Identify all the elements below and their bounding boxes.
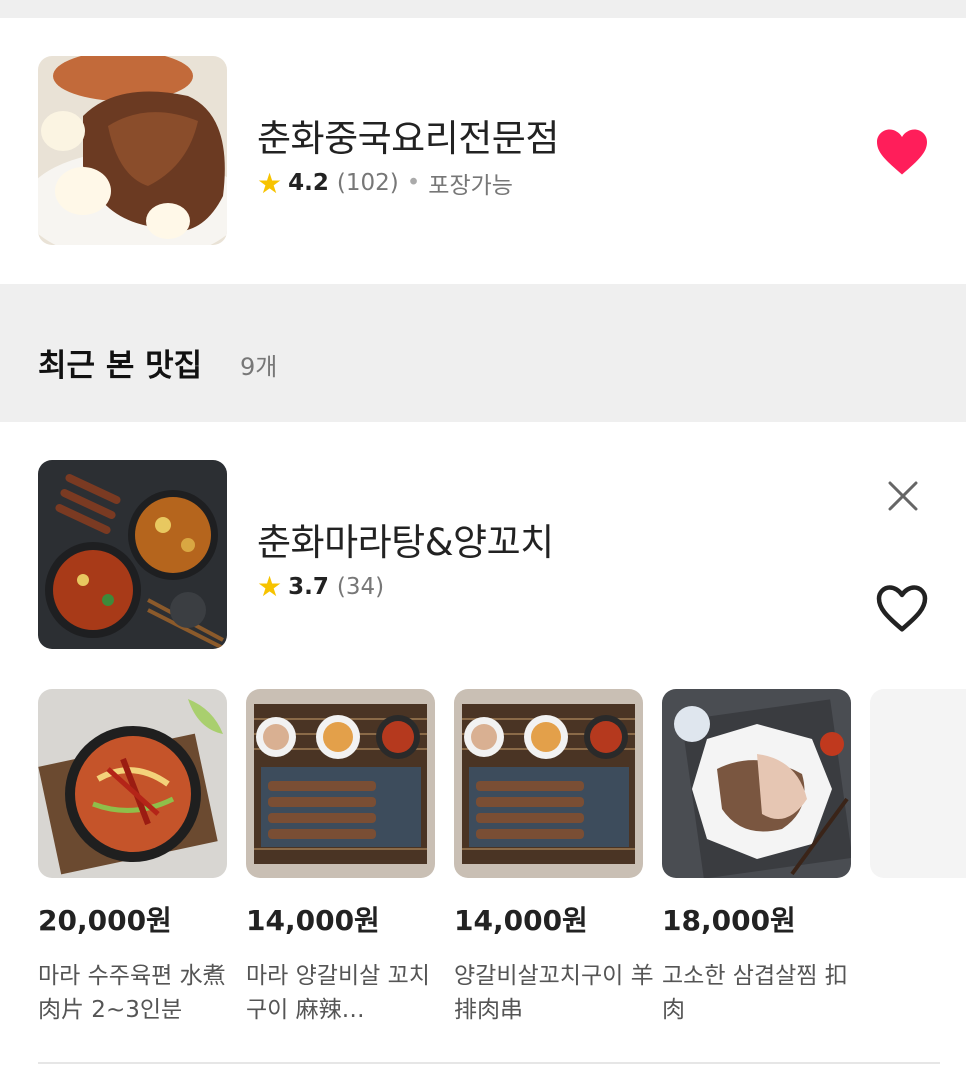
menu-card[interactable]: 14,000원 양갈비살꼬치구이 羊排肉串: [454, 689, 654, 1023]
recent-section-title: 최근 본 맛집: [38, 348, 203, 384]
menu-price: 14,000원: [246, 904, 380, 937]
separator-dot: •: [406, 170, 421, 196]
recent-store-row[interactable]: 춘화마라탕&양꼬치 ★ 3.7 (34): [0, 422, 966, 672]
heart-filled-icon[interactable]: [872, 122, 932, 182]
menu-price: 14,000원: [454, 904, 588, 937]
rating-value: 4.2: [288, 170, 329, 196]
menu-image: [246, 689, 435, 878]
heart-outline-icon[interactable]: [872, 578, 932, 638]
menu-card-partial[interactable]: [870, 689, 966, 878]
menu-card[interactable]: 14,000원 마라 양갈비살 꼬치구이 麻辣…: [246, 689, 436, 1023]
favorite-store-row[interactable]: 춘화중국요리전문점 ★ 4.2 (102) • 포장가능: [0, 18, 966, 284]
close-icon[interactable]: [884, 477, 922, 515]
menu-name: 마라 양갈비살 꼬치구이 麻辣…: [246, 963, 430, 1023]
rating-value: 3.7: [288, 573, 329, 600]
recent-store-meta: ★ 3.7 (34): [257, 570, 384, 603]
favorite-store-meta: ★ 4.2 (102) • 포장가능: [257, 166, 513, 200]
menu-image: [454, 689, 643, 878]
menu-name: 마라 수주육편 水煮肉片 2~3인분: [38, 963, 226, 1023]
review-count: (34): [336, 573, 385, 600]
menu-name: 고소한 삼겹살찜 扣肉: [662, 963, 848, 1023]
menu-price: 20,000원: [38, 904, 172, 937]
menu-image: [38, 689, 227, 878]
menu-name: 양갈비살꼬치구이 羊排肉串: [454, 963, 654, 1023]
review-count: (102): [336, 170, 399, 196]
favorite-store-thumbnail: [38, 56, 227, 245]
takeout-tag: 포장가능: [428, 173, 513, 199]
recent-section-count: 9개: [240, 353, 278, 381]
bottom-divider: [38, 1062, 940, 1064]
recent-store-name[interactable]: 춘화마라탕&양꼬치: [257, 512, 554, 566]
menu-price: 18,000원: [662, 904, 796, 937]
menu-card[interactable]: 18,000원 고소한 삼겹살찜 扣肉: [662, 689, 852, 1023]
star-icon: ★: [257, 166, 283, 200]
menu-image: [662, 689, 851, 878]
top-separator: [0, 0, 966, 18]
favorite-store-name[interactable]: 춘화중국요리전문점: [257, 108, 559, 162]
menu-card[interactable]: 20,000원 마라 수주육편 水煮肉片 2~3인분: [38, 689, 228, 1023]
recent-store-thumbnail: [38, 460, 227, 649]
star-icon: ★: [257, 570, 283, 603]
